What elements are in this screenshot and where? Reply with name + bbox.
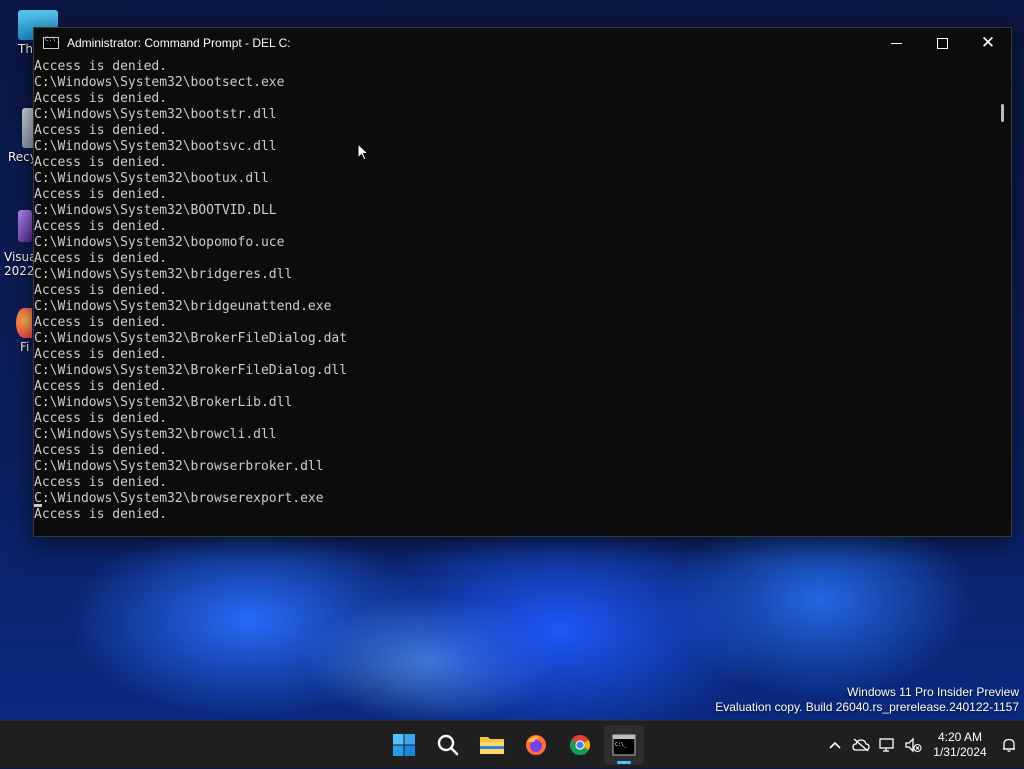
network-button[interactable]: [874, 729, 900, 761]
taskbar-clock[interactable]: 4:20 AM 1/31/2024: [926, 730, 994, 760]
scrollbar-thumb[interactable]: [1001, 104, 1004, 122]
title-bar[interactable]: Administrator: Command Prompt - DEL C: ✕: [34, 28, 1011, 58]
command-prompt-window[interactable]: Administrator: Command Prompt - DEL C: ✕…: [33, 27, 1012, 537]
chrome-button[interactable]: [560, 725, 600, 765]
show-hidden-icons-button[interactable]: [822, 729, 848, 761]
minimize-button[interactable]: [873, 28, 919, 58]
console-line: Access is denied.: [34, 219, 168, 234]
console-line: C:\Windows\System32\browcli.dll: [34, 427, 277, 442]
start-icon: [393, 734, 415, 756]
close-icon: ✕: [980, 33, 996, 53]
console-line: C:\Windows\System32\BrokerFileDialog.dll: [34, 363, 348, 378]
taskbar-apps: C:\_: [382, 721, 646, 769]
clock-time: 4:20 AM: [937, 730, 983, 744]
console-line: C:\Windows\System32\bridgeunattend.exe: [34, 299, 332, 314]
svg-text:C:\_: C:\_: [615, 742, 628, 748]
console-line: Access is denied.: [34, 475, 168, 490]
console-line: Access is denied.: [34, 91, 168, 106]
command-prompt-taskbar-button[interactable]: C:\_: [604, 725, 644, 765]
maximize-button[interactable]: [919, 28, 965, 58]
desktop-icon-firefox[interactable]: Fi: [0, 308, 36, 354]
vertical-scrollbar[interactable]: [994, 58, 1011, 536]
console-line: Access is denied.: [34, 507, 168, 522]
console-line: Access is denied.: [34, 283, 168, 298]
console-line: Access is denied.: [34, 59, 168, 74]
console-line: Access is denied.: [34, 315, 168, 330]
console-line: C:\Windows\System32\BrokerLib.dll: [34, 395, 293, 410]
console-line: C:\Windows\System32\bridgeres.dll: [34, 267, 293, 282]
console-line: C:\Windows\System32\bootsvc.dll: [34, 139, 277, 154]
search-icon: [437, 734, 459, 756]
desktop-icon-label: Recy: [8, 150, 36, 164]
desktop-icon-visual-studio[interactable]: Visua 2022: [0, 210, 36, 278]
watermark-line-2: Evaluation copy. Build 26040.rs_prerelea…: [715, 700, 1019, 714]
cmd-icon: [43, 36, 59, 49]
console-line: Access is denied.: [34, 411, 168, 426]
desktop-icon-label: Visua: [4, 250, 36, 264]
start-button[interactable]: [384, 725, 424, 765]
chrome-icon: [569, 735, 591, 756]
console-line: Access is denied.: [34, 251, 168, 266]
console-line: C:\Windows\System32\BOOTVID.DLL: [34, 203, 277, 218]
text-cursor: [34, 504, 42, 507]
desktop-icon-label-2: 2022: [4, 264, 35, 278]
console-line: C:\Windows\System32\bopomofo.uce: [34, 235, 285, 250]
console-line: C:\Windows\System32\browserexport.exe: [34, 491, 324, 506]
file-explorer-icon: [480, 737, 504, 754]
console-output[interactable]: Access is denied. C:\Windows\System32\boo…: [34, 58, 994, 537]
console-line: Access is denied.: [34, 187, 168, 202]
console-line: C:\Windows\System32\bootstr.dll: [34, 107, 277, 122]
onedrive-button[interactable]: [848, 729, 874, 761]
search-button[interactable]: [428, 725, 468, 765]
firefox-button[interactable]: [516, 725, 556, 765]
console-line: Access is denied.: [34, 347, 168, 362]
console-line: Access is denied.: [34, 123, 168, 138]
console-line: Access is denied.: [34, 155, 168, 170]
bell-icon: [1003, 738, 1015, 752]
terminal-icon: C:\_: [612, 734, 636, 756]
taskbar: C:\_ 4:20 AM 1/31/2024: [0, 720, 1024, 768]
network-icon: [879, 738, 894, 752]
chevron-up-icon: [829, 741, 841, 749]
evaluation-watermark: Windows 11 Pro Insider Preview Evaluatio…: [715, 685, 1019, 715]
system-tray: 4:20 AM 1/31/2024: [822, 721, 1024, 769]
clock-date: 1/31/2024: [933, 745, 987, 759]
firefox-icon: [16, 308, 32, 338]
console-line: Access is denied.: [34, 443, 168, 458]
window-controls: ✕: [873, 28, 1011, 58]
window-title: Administrator: Command Prompt - DEL C:: [67, 36, 291, 50]
close-button[interactable]: ✕: [965, 28, 1011, 58]
onedrive-offline-icon: [852, 738, 870, 752]
console-line: C:\Windows\System32\BrokerFileDialog.dat: [34, 331, 348, 346]
watermark-line-1: Windows 11 Pro Insider Preview: [847, 685, 1019, 699]
console-line: C:\Windows\System32\bootux.dll: [34, 171, 269, 186]
console-line: C:\Windows\System32\bootsect.exe: [34, 75, 285, 90]
visual-studio-icon: [18, 210, 32, 242]
firefox-icon: [526, 735, 546, 755]
volume-button[interactable]: [900, 729, 926, 761]
desktop-icon-this-pc[interactable]: Th: [0, 10, 58, 56]
console-line: C:\Windows\System32\browserbroker.dll: [34, 459, 324, 474]
notifications-button[interactable]: [994, 729, 1024, 761]
console-line: Access is denied.: [34, 379, 168, 394]
desktop-icon-recycle-bin[interactable]: Recy: [0, 108, 36, 164]
file-explorer-button[interactable]: [472, 725, 512, 765]
volume-muted-icon: [905, 737, 922, 753]
